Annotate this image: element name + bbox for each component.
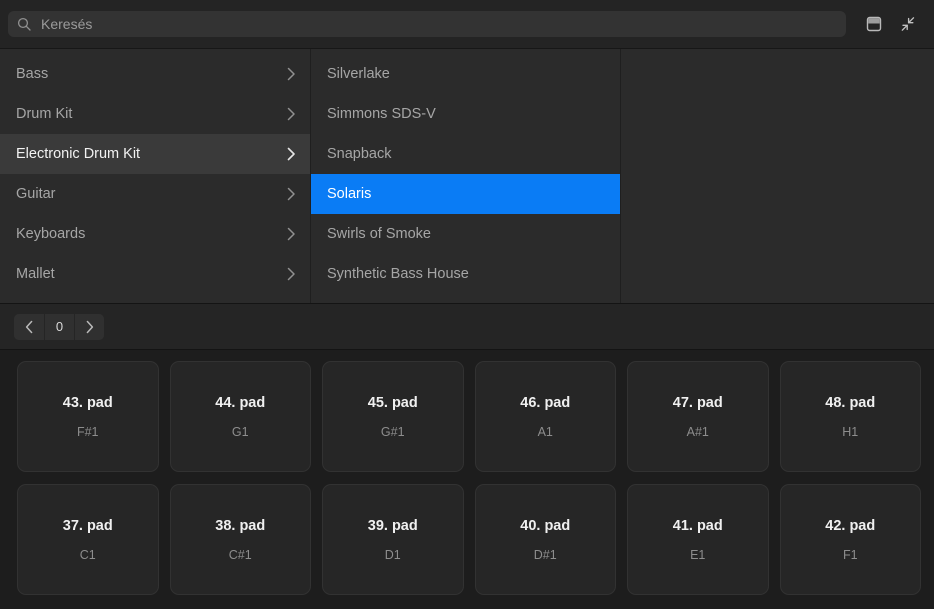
pad-name: 37. pad: [62, 517, 113, 534]
pad-note: A1: [537, 424, 553, 439]
sidebar-item-label: Bass: [16, 66, 49, 82]
list-item-selected[interactable]: Solaris: [311, 174, 620, 214]
pad-note: C#1: [228, 547, 252, 562]
pad-name: 45. pad: [367, 394, 418, 411]
search-field[interactable]: [8, 11, 846, 37]
page-number-value[interactable]: 0: [44, 313, 74, 340]
sidebar-item-label: Drum Kit: [16, 106, 73, 122]
category-column: Bass Drum Kit Electronic Drum Kit Guitar: [0, 49, 311, 303]
top-search-bar: [0, 0, 934, 48]
sidebar-item-bass[interactable]: Bass: [0, 54, 310, 94]
pad-note: C1: [79, 547, 96, 562]
preset-label: Snapback: [327, 146, 392, 162]
library-browser-window: Bass Drum Kit Electronic Drum Kit Guitar: [0, 0, 934, 609]
pad-46[interactable]: 46. pad A1: [474, 361, 616, 472]
sidebar-item-mallet[interactable]: Mallet: [0, 254, 310, 294]
pad-note: H1: [842, 424, 859, 439]
chevron-left-icon: [25, 320, 34, 334]
chevron-right-icon: [285, 67, 297, 81]
pad-name: 46. pad: [520, 394, 571, 411]
sidebar-item-label: Mallet: [16, 266, 55, 282]
pad-37[interactable]: 37. pad C1: [17, 484, 159, 595]
pad-47[interactable]: 47. pad A#1: [627, 361, 769, 472]
pad-name: 42. pad: [825, 517, 876, 534]
pad-44[interactable]: 44. pad G1: [169, 361, 311, 472]
pad-note: F1: [842, 547, 858, 562]
preset-label: Swirls of Smoke: [327, 226, 431, 242]
pad-name: 48. pad: [825, 394, 876, 411]
sidebar-item-label: Guitar: [16, 186, 56, 202]
topbar-button-group: [860, 10, 922, 38]
pad-note: G#1: [380, 424, 405, 439]
search-input[interactable]: [41, 14, 838, 34]
preset-label: Simmons SDS-V: [327, 106, 436, 122]
pad-name: 38. pad: [215, 517, 266, 534]
search-icon: [17, 17, 31, 31]
chevron-right-icon: [285, 267, 297, 281]
sidebar-item-drum-kit[interactable]: Drum Kit: [0, 94, 310, 134]
pad-note: F#1: [76, 424, 99, 439]
collapse-button[interactable]: [894, 10, 922, 38]
pad-38[interactable]: 38. pad C#1: [169, 484, 311, 595]
pad-note: E1: [690, 547, 706, 562]
preset-label: Silverlake: [327, 66, 390, 82]
chevron-right-icon: [285, 187, 297, 201]
list-item[interactable]: Snapback: [311, 134, 620, 174]
pad-43[interactable]: 43. pad F#1: [17, 361, 159, 472]
pad-name: 44. pad: [215, 394, 266, 411]
chevron-right-icon: [285, 227, 297, 241]
sidebar-item-keyboards[interactable]: Keyboards: [0, 214, 310, 254]
next-page-button[interactable]: [74, 313, 104, 340]
list-item[interactable]: Swirls of Smoke: [311, 214, 620, 254]
list-item[interactable]: Silverlake: [311, 54, 620, 94]
pad-40[interactable]: 40. pad D#1: [474, 484, 616, 595]
pad-39[interactable]: 39. pad D1: [322, 484, 464, 595]
pad-row-lower: 37. pad C1 38. pad C#1 39. pad D1 40. pa…: [17, 484, 921, 595]
sidebar-item-label: Electronic Drum Kit: [16, 146, 141, 162]
sidebar-item-guitar[interactable]: Guitar: [0, 174, 310, 214]
previous-page-button[interactable]: [14, 313, 44, 340]
collapse-arrows-icon: [898, 15, 918, 33]
pad-name: 43. pad: [62, 394, 113, 411]
pad-note: G1: [231, 424, 249, 439]
view-layout-toggle-button[interactable]: [860, 10, 888, 38]
pager-bar: 0: [0, 303, 934, 350]
pad-42[interactable]: 42. pad F1: [779, 484, 921, 595]
list-item[interactable]: Simmons SDS-V: [311, 94, 620, 134]
pad-41[interactable]: 41. pad E1: [627, 484, 769, 595]
pad-grid: 43. pad F#1 44. pad G1 45. pad G#1 46. p…: [0, 350, 934, 609]
browser-columns: Bass Drum Kit Electronic Drum Kit Guitar: [0, 48, 934, 303]
pad-note: D1: [384, 547, 401, 562]
chevron-right-icon: [285, 147, 297, 161]
pad-48[interactable]: 48. pad H1: [779, 361, 921, 472]
pad-name: 47. pad: [672, 394, 723, 411]
page-stepper: 0: [14, 313, 104, 340]
pad-note: D#1: [533, 547, 557, 562]
preset-label: Solaris: [327, 186, 372, 202]
pad-name: 39. pad: [367, 517, 418, 534]
preset-label: Synthetic Bass House: [327, 266, 469, 282]
pad-name: 41. pad: [672, 517, 723, 534]
pad-row-upper: 43. pad F#1 44. pad G1 45. pad G#1 46. p…: [17, 361, 921, 472]
list-item[interactable]: Synthic: [311, 294, 620, 303]
list-item[interactable]: Synthetic Bass House: [311, 254, 620, 294]
sidebar-item-label: Keyboards: [16, 226, 86, 242]
chevron-right-icon: [85, 320, 94, 334]
pad-name: 40. pad: [520, 517, 571, 534]
panel-layout-icon: [864, 15, 884, 33]
chevron-right-icon: [285, 107, 297, 121]
detail-column[interactable]: [621, 49, 934, 303]
preset-column[interactable]: Silverlake Simmons SDS-V Snapback Solari…: [311, 49, 621, 303]
pad-note: A#1: [686, 424, 709, 439]
sidebar-item-electronic-drum-kit[interactable]: Electronic Drum Kit: [0, 134, 310, 174]
pad-45[interactable]: 45. pad G#1: [322, 361, 464, 472]
